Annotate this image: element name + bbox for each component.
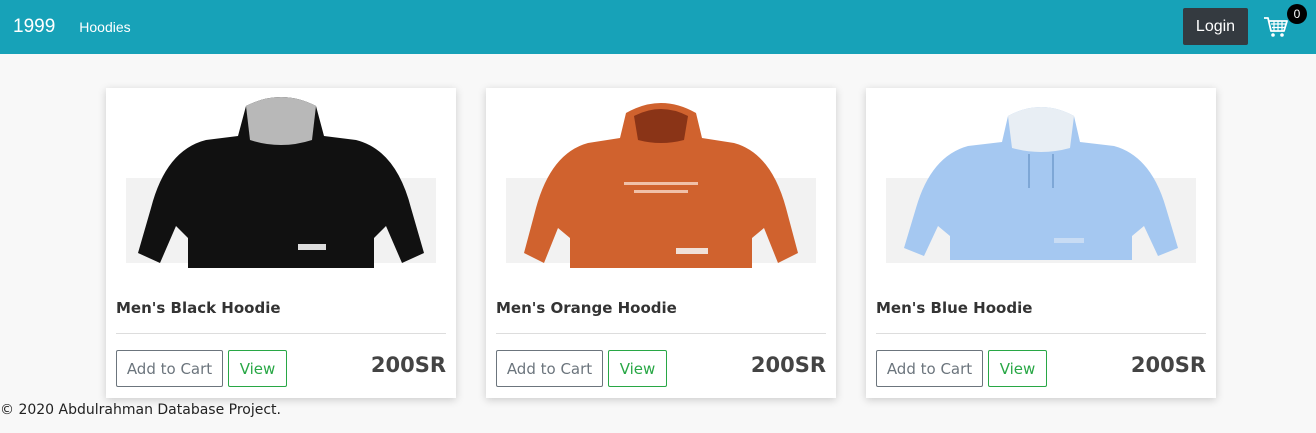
product-title: Men's Blue Hoodie (876, 299, 1033, 317)
divider (496, 333, 826, 334)
product-image[interactable] (486, 88, 836, 286)
divider (876, 333, 1206, 334)
product-price: 200SR (1130, 353, 1206, 377)
brand-logo[interactable]: 1999 (13, 16, 55, 38)
add-to-cart-button[interactable]: Add to Cart (116, 350, 223, 387)
view-button[interactable]: View (988, 350, 1047, 387)
cart-count-badge: 0 (1287, 4, 1307, 24)
divider (116, 333, 446, 334)
login-button[interactable]: Login (1183, 8, 1248, 45)
add-to-cart-button[interactable]: Add to Cart (876, 350, 983, 387)
top-navbar: 1999 Hoodies (0, 0, 1316, 54)
nav-link-hoodies[interactable]: Hoodies (79, 19, 130, 35)
view-button[interactable]: View (608, 350, 667, 387)
product-price: 200SR (750, 353, 826, 377)
add-to-cart-button[interactable]: Add to Cart (496, 350, 603, 387)
product-price: 200SR (370, 353, 446, 377)
product-title: Men's Black Hoodie (116, 299, 281, 317)
product-card-blue: Men's Blue Hoodie Add to Cart View 200SR (866, 88, 1216, 398)
product-image[interactable] (106, 88, 456, 286)
product-title: Men's Orange Hoodie (496, 299, 677, 317)
cart-icon[interactable] (1263, 14, 1289, 40)
footer-copyright: © 2020 Abdulrahman Database Project. (0, 402, 281, 418)
product-card-orange: Men's Orange Hoodie Add to Cart View 200… (486, 88, 836, 398)
product-card-black: Men's Black Hoodie Add to Cart View 200S… (106, 88, 456, 398)
view-button[interactable]: View (228, 350, 287, 387)
product-image[interactable] (866, 88, 1216, 286)
